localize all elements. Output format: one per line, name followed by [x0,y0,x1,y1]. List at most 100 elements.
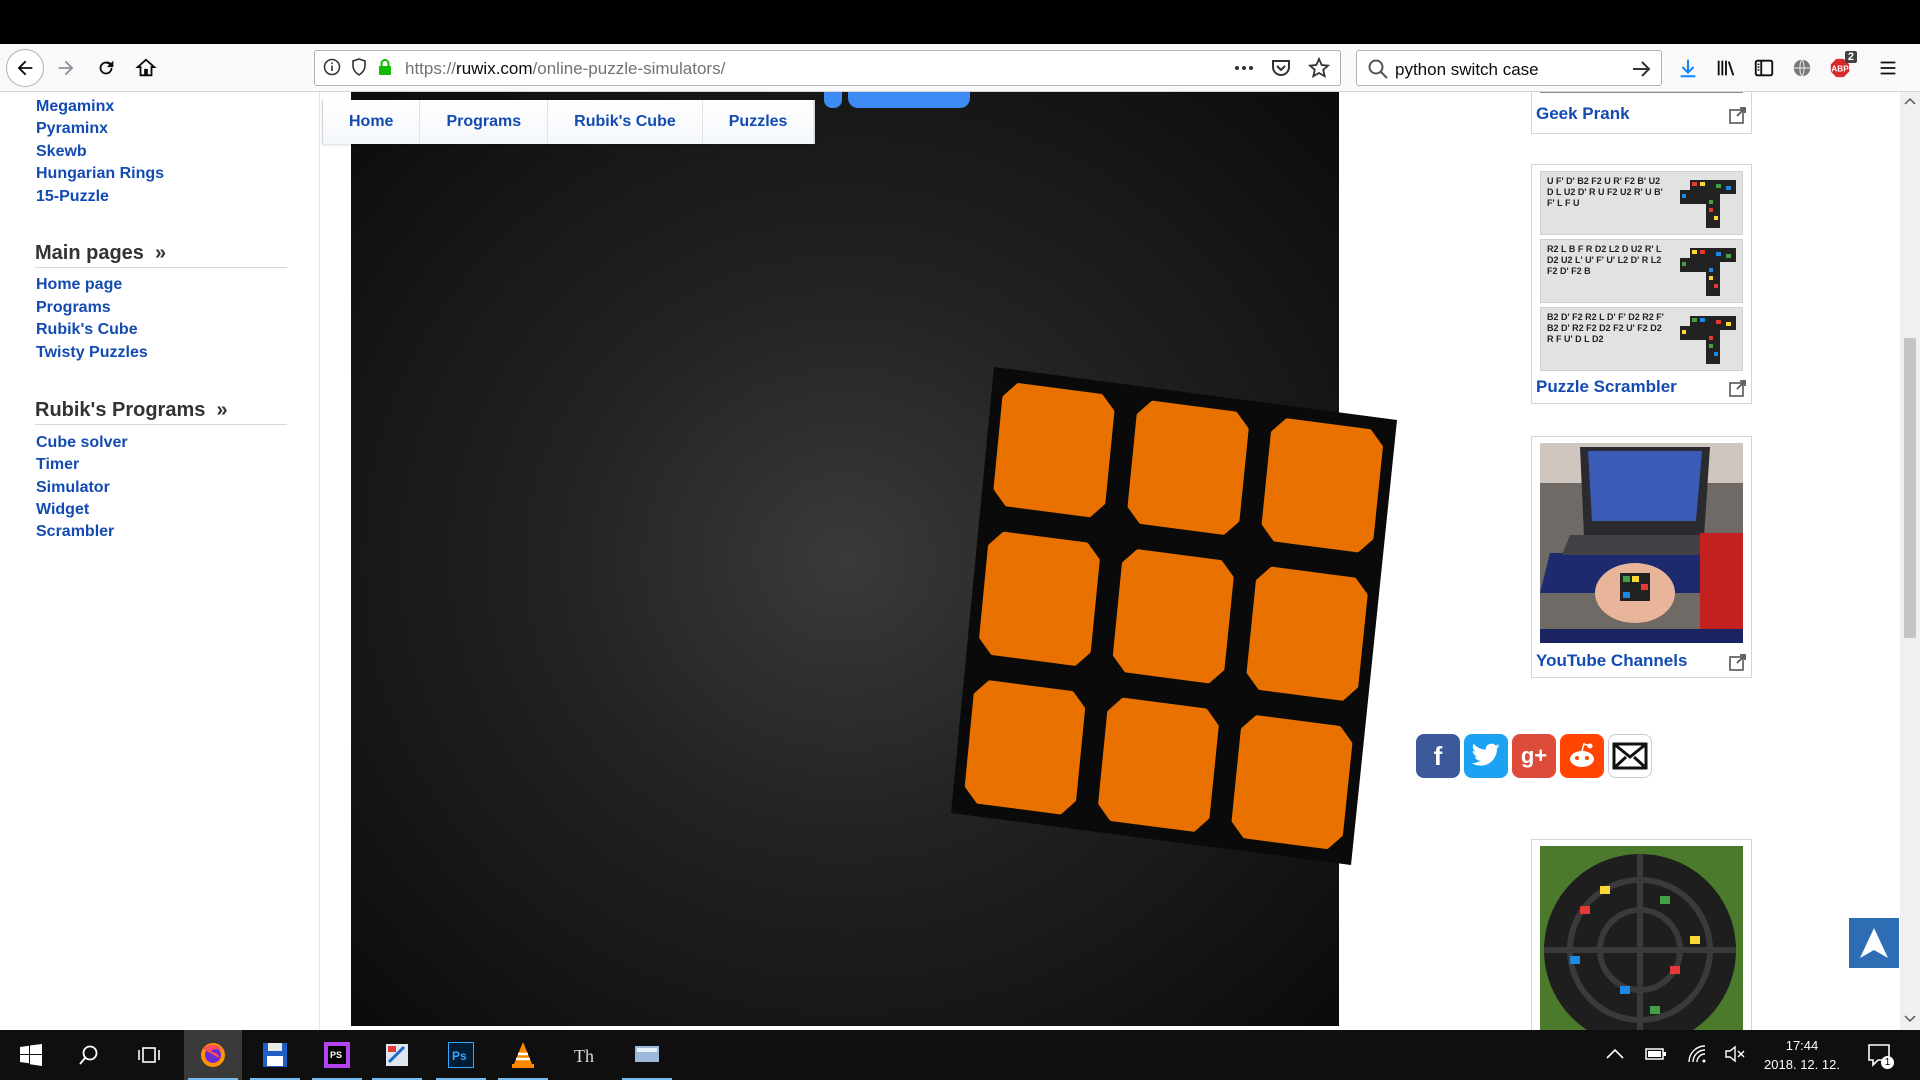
taskbar-phpstorm[interactable]: PS [308,1030,366,1080]
twitter-share-button[interactable] [1464,734,1508,778]
geek-prank-link[interactable]: Geek Prank [1536,104,1630,124]
cube-sticker[interactable] [979,531,1100,666]
tab-home[interactable]: Home [323,100,421,144]
scroll-to-top-button[interactable] [1849,918,1899,968]
rubiks-programs-heading[interactable]: Rubik's Programs » [35,399,228,422]
sidebar-link-skewb[interactable]: Skewb [36,143,87,161]
taskbar-clock[interactable]: 17:44 2018. 12. 12. [1752,1036,1852,1074]
cube-sticker[interactable] [1098,697,1219,832]
info-icon[interactable] [323,58,341,76]
sidebar-link-hungarian-rings[interactable]: Hungarian Rings [36,165,164,183]
sidebar-link-megaminx[interactable]: Megaminx [36,98,114,116]
tab-programs[interactable]: Programs [420,100,549,144]
sidebar-link-rubiks-cube[interactable]: Rubik's Cube [36,321,138,339]
taskbar-photoshop[interactable]: Ps [432,1030,490,1080]
taskbar-save-app[interactable] [246,1030,304,1080]
cube-sticker[interactable] [964,680,1086,815]
reddit-share-button[interactable] [1560,734,1604,778]
ball-puzzle-card[interactable] [1531,839,1752,1030]
home-button[interactable] [128,50,164,86]
cube-sticker[interactable] [993,383,1115,518]
home-icon [135,58,157,77]
google-plus-share-button[interactable]: g+ [1512,734,1556,778]
back-button[interactable] [6,49,44,87]
taskbar-thonny[interactable]: Th [556,1030,614,1080]
cube-sticker[interactable] [1261,418,1383,553]
library-button[interactable] [1708,50,1744,86]
globe-extension-icon [1793,59,1811,77]
divider [35,267,287,268]
divider [35,424,287,425]
scroll-down-icon[interactable] [1904,1014,1916,1024]
reload-button[interactable] [88,50,124,86]
menu-button[interactable] [1870,50,1906,86]
url-bar[interactable]: https://ruwix.com/online-puzzle-simulato… [314,50,1341,86]
search-query[interactable]: python switch case [1395,60,1539,80]
cube-sticker[interactable] [1246,566,1368,701]
taskbar-firefox[interactable] [184,1030,242,1080]
page-actions-icon[interactable] [1234,57,1254,79]
youtube-channels-card[interactable]: YouTube Channels [1531,436,1752,678]
search-bar[interactable]: python switch case [1356,50,1662,86]
puzzle-simulator-canvas[interactable] [351,92,1397,1026]
lock-icon[interactable] [377,58,393,76]
blue-button-edge[interactable] [824,92,842,108]
sidebar-link-scrambler[interactable]: Scrambler [36,523,114,541]
extension-button[interactable] [1784,50,1820,86]
taskbar-vlc[interactable] [494,1030,552,1080]
scrollbar-thumb[interactable] [1904,338,1916,638]
sidebar-link-twisty-puzzles[interactable]: Twisty Puzzles [36,344,148,362]
adblock-button[interactable]: ABP 2 [1822,50,1858,86]
tab-rubiks-cube[interactable]: Rubik's Cube [548,100,703,144]
search-go-icon[interactable] [1631,58,1653,80]
taskbar-paint-app[interactable] [368,1030,426,1080]
sidebar-link-widget[interactable]: Widget [36,501,89,519]
bookmark-star-icon[interactable] [1308,57,1330,79]
sidebar-link-timer[interactable]: Timer [36,456,79,474]
facebook-share-button[interactable]: f [1416,734,1460,778]
pocket-icon[interactable] [1270,57,1292,79]
sidebar-link-pyraminx[interactable]: Pyraminx [36,120,108,138]
action-center-button[interactable]: 1 [1866,1041,1894,1069]
downloads-button[interactable] [1670,50,1706,86]
cube-face-svg[interactable] [941,357,1397,865]
page-scrollbar[interactable] [1900,92,1920,1030]
puzzle-scrambler-card[interactable]: U F' D' B2 F2 U R' F2 B' U2 D L U2 D' R … [1531,164,1752,404]
taskbar-search-button[interactable] [60,1030,118,1080]
blue-action-button[interactable] [848,92,970,108]
sidebar-link-simulator[interactable]: Simulator [36,479,110,497]
sidebar-link-15-puzzle[interactable]: 15-Puzzle [36,188,109,206]
email-share-button[interactable] [1608,734,1652,778]
volume-muted-icon[interactable] [1725,1045,1745,1063]
taskbar-app[interactable] [618,1030,676,1080]
youtube-channels-link[interactable]: YouTube Channels [1536,651,1687,671]
battery-icon[interactable] [1645,1046,1667,1062]
main-pages-heading[interactable]: Main pages » [35,242,166,265]
email-icon [1612,742,1648,770]
puzzle-scrambler-link[interactable]: Puzzle Scrambler [1536,377,1677,397]
wifi-icon[interactable] [1688,1045,1708,1063]
arrow-up-icon [1860,928,1888,958]
cube-sticker[interactable] [1127,400,1249,535]
sidebar-button[interactable] [1746,50,1782,86]
geek-prank-card[interactable]: Geek Prank [1531,92,1752,134]
forward-button[interactable] [48,50,84,86]
geek-prank-thumbnail[interactable] [1540,92,1743,93]
tracking-shield-icon[interactable] [351,58,367,76]
start-button[interactable] [2,1030,60,1080]
app-window-icon [635,1046,659,1062]
sidebar-link-home-page[interactable]: Home page [36,276,122,294]
scroll-up-icon[interactable] [1904,96,1916,106]
youtube-channels-thumbnail[interactable] [1540,443,1743,643]
cube-sticker[interactable] [1231,715,1353,850]
task-view-button[interactable] [120,1030,178,1080]
notification-count-badge: 1 [1881,1056,1894,1069]
chevron-up-icon[interactable] [1606,1048,1624,1060]
firefox-icon [201,1043,225,1067]
sidebar-link-programs[interactable]: Programs [36,299,111,317]
sidebar-link-cube-solver[interactable]: Cube solver [36,434,128,452]
tab-puzzles[interactable]: Puzzles [702,100,815,144]
url-text[interactable]: https://ruwix.com/online-puzzle-simulato… [405,59,725,79]
cube-sticker[interactable] [1112,549,1234,684]
ball-puzzle-thumbnail[interactable] [1540,846,1743,1030]
